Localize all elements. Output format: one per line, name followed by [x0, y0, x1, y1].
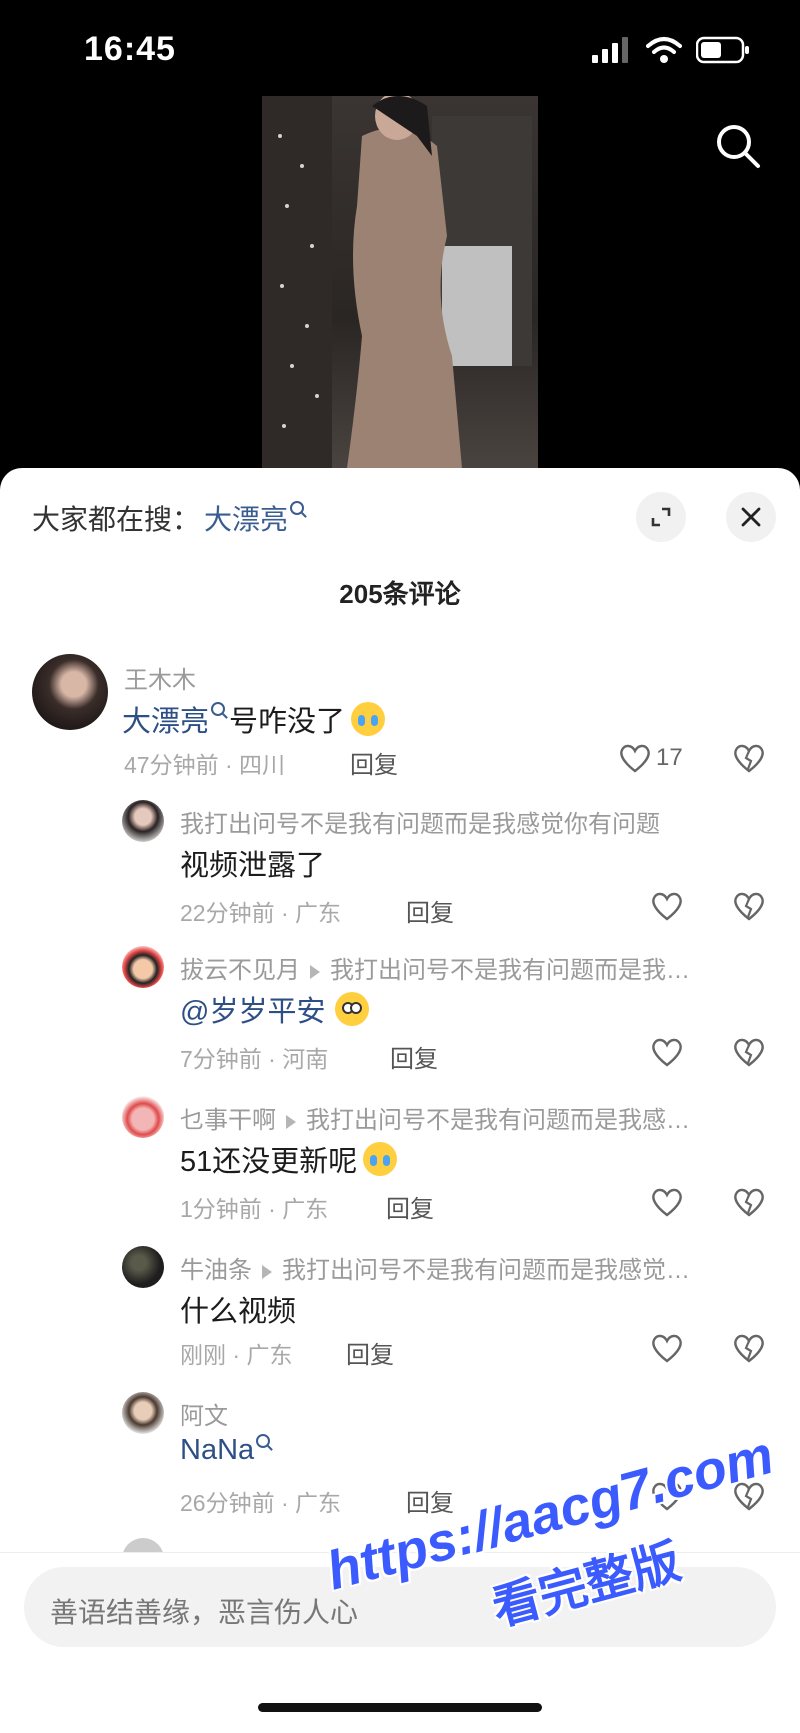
heart-icon[interactable] [650, 1186, 684, 1218]
expand-icon [651, 507, 671, 527]
comment-sheet: 大家都在搜： 大漂亮 205条评论 王木木 大漂亮 号咋没了 47分钟前 · 四… [0, 468, 800, 1733]
status-icons [592, 36, 750, 64]
avatar[interactable] [122, 1392, 164, 1434]
close-button[interactable] [726, 492, 776, 542]
video-player[interactable] [262, 96, 538, 468]
comment-text: @岁岁平安 [180, 988, 370, 1030]
comment-author[interactable]: 我打出问号不是我有问题而是我感觉你有问题 [180, 804, 660, 839]
reply-to-name[interactable]: 我打出问号不是我有问题而是我… [330, 957, 690, 984]
suggest-keyword[interactable]: 大漂亮 [204, 498, 288, 538]
suggest-prefix: 大家都在搜： [32, 504, 201, 535]
author-name[interactable]: 拔云不见月 [180, 957, 300, 984]
comment-text-suffix: 号咋没了 [229, 706, 346, 738]
wow-emoji-icon [335, 992, 370, 1026]
reply-arrow-icon [286, 1114, 296, 1129]
keyword-search-icon [211, 702, 226, 716]
comment-meta: 22分钟前 · 广东 [180, 900, 342, 926]
comment-text: 什么视频 [180, 1288, 296, 1330]
comment-count: 205条评论 [339, 579, 461, 609]
comment-meta: 26分钟前 · 广东 [180, 1490, 342, 1516]
reply-item: 牛油条 我打出问号不是我有问题而是我感觉… 什么视频 刚刚 · 广东 回复 [0, 1246, 800, 1369]
avatar[interactable] [122, 1246, 164, 1288]
comment-keyword[interactable]: NaNa [180, 1434, 254, 1467]
broken-heart-icon[interactable] [732, 1036, 766, 1068]
reply-item: 拔云不见月 我打出问号不是我有问题而是我… @岁岁平安 7分钟前 · 河南 回复 [0, 946, 800, 1073]
close-icon [741, 507, 761, 527]
heart-icon[interactable] [650, 890, 684, 922]
author-name[interactable]: 牛油条 [180, 1257, 252, 1284]
broken-heart-icon[interactable] [732, 1332, 766, 1364]
reply-item: 阿文 NaNa 26分钟前 · 广东 回复 [0, 1392, 800, 1517]
comment-input[interactable]: 善语结善缘，恶言伤人心 [24, 1567, 776, 1647]
crying-emoji-icon [363, 1142, 398, 1176]
crying-emoji-icon [351, 702, 386, 736]
reply-button[interactable]: 回复 [406, 893, 454, 928]
broken-heart-icon[interactable] [732, 742, 766, 774]
search-icon[interactable] [710, 118, 766, 174]
mention-link[interactable]: @岁岁平安 [180, 988, 325, 1030]
broken-heart-icon[interactable] [732, 1186, 766, 1218]
broken-heart-icon[interactable] [732, 1480, 766, 1512]
comment-item: 王木木 大漂亮 号咋没了 47分钟前 · 四川 回复 17 [0, 654, 800, 779]
wifi-icon [646, 37, 682, 63]
reply-arrow-icon [310, 964, 320, 979]
status-time: 16:45 [84, 30, 176, 68]
comment-text: 51还没更新呢 [180, 1138, 398, 1180]
author-name[interactable]: 乜事干啊 [180, 1107, 276, 1134]
heart-icon[interactable] [650, 1036, 684, 1068]
comment-author[interactable]: 王木木 [124, 660, 196, 695]
avatar[interactable] [32, 654, 108, 730]
comment-meta: 7分钟前 · 河南 [180, 1046, 329, 1072]
reply-button[interactable]: 回复 [406, 1483, 454, 1518]
expand-button[interactable] [636, 492, 686, 542]
comment-text: 大漂亮 号咋没了 [122, 698, 386, 740]
heart-icon[interactable] [650, 1332, 684, 1364]
heart-icon [620, 744, 650, 773]
comment-body: 51还没更新呢 [180, 1146, 358, 1178]
comment-keyword[interactable]: 大漂亮 [122, 698, 209, 740]
comment-author[interactable]: 牛油条 我打出问号不是我有问题而是我感觉… [180, 1250, 690, 1285]
input-placeholder: 善语结善缘，恶言伤人心 [50, 1597, 359, 1628]
avatar[interactable] [122, 1096, 164, 1138]
reply-arrow-icon [262, 1264, 272, 1279]
comment-author[interactable]: 拔云不见月 我打出问号不是我有问题而是我… [180, 950, 690, 985]
video-frame [262, 96, 532, 468]
like-count: 17 [656, 744, 683, 771]
reply-button[interactable]: 回复 [346, 1335, 394, 1370]
comment-body: 视频泄露了 [180, 850, 326, 882]
reply-item: 乜事干啊 我打出问号不是我有问题而是我感… 51还没更新呢 1分钟前 · 广东 回… [0, 1096, 800, 1223]
comment-author[interactable]: 乜事干啊 我打出问号不是我有问题而是我感… [180, 1100, 690, 1135]
comment-meta: 刚刚 · 广东 [180, 1342, 293, 1368]
signal-icon [592, 37, 628, 63]
heart-icon[interactable] [650, 1480, 684, 1512]
home-indicator[interactable] [258, 1703, 542, 1712]
comment-body: 什么视频 [180, 1296, 297, 1328]
reply-button[interactable]: 回复 [386, 1189, 434, 1224]
broken-heart-icon[interactable] [732, 890, 766, 922]
comment-input-bar: 善语结善缘，恶言伤人心 [0, 1552, 800, 1733]
status-bar: 16:45 [0, 0, 800, 100]
comment-text: NaNa [180, 1433, 271, 1467]
like-button[interactable]: 17 [618, 742, 683, 774]
reply-button[interactable]: 回复 [350, 745, 398, 780]
reply-button[interactable]: 回复 [390, 1039, 438, 1074]
comment-author[interactable]: 阿文 [180, 1396, 228, 1431]
avatar[interactable] [122, 946, 164, 988]
battery-icon [696, 36, 749, 64]
avatar[interactable] [122, 800, 164, 842]
comment-text: 视频泄露了 [180, 842, 325, 884]
search-suggestion[interactable]: 大家都在搜： 大漂亮 [32, 498, 305, 538]
reply-item: 我打出问号不是我有问题而是我感觉你有问题 视频泄露了 22分钟前 · 广东 回复 [0, 800, 800, 927]
keyword-search-icon [256, 1433, 271, 1448]
comment-meta: 47分钟前 · 四川 [124, 752, 286, 778]
keyword-search-icon [290, 501, 305, 515]
reply-to-name[interactable]: 我打出问号不是我有问题而是我感… [306, 1107, 690, 1134]
reply-to-name[interactable]: 我打出问号不是我有问题而是我感觉… [282, 1257, 690, 1284]
comment-meta: 1分钟前 · 广东 [180, 1196, 329, 1222]
